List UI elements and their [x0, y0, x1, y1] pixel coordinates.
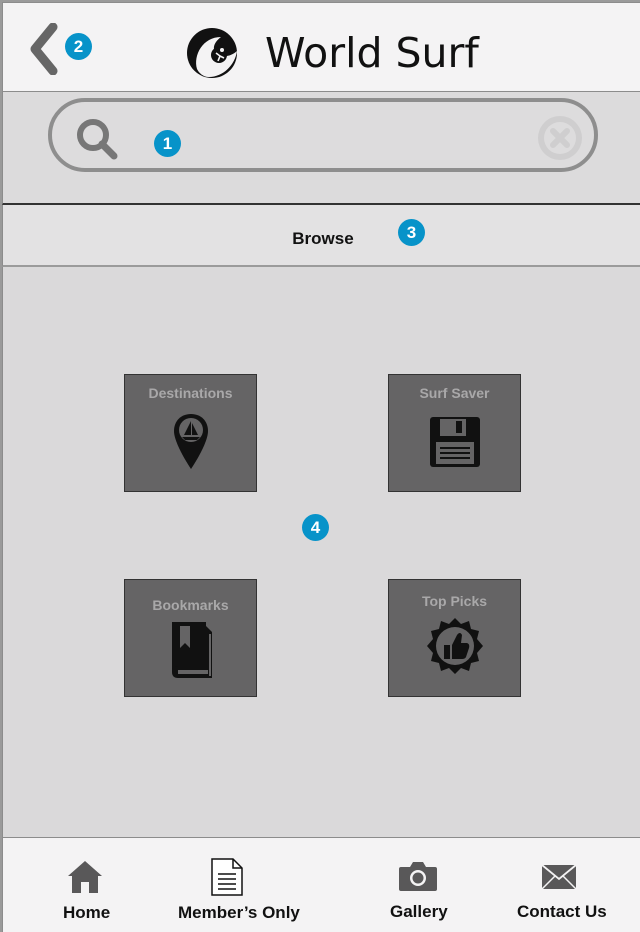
search-area: 1 — [2, 92, 640, 205]
chevron-left-icon — [30, 22, 58, 76]
back-button[interactable] — [27, 22, 67, 76]
browse-grid: Destinations Surf Saver Bookmarks Top Pi… — [2, 267, 640, 837]
nav-home[interactable]: Home — [43, 838, 127, 932]
bookmark-book-icon — [172, 622, 212, 678]
tile-label: Bookmarks — [152, 597, 229, 613]
app-frame: 2 World Surf 1 Browse 3 Destinations Sur… — [0, 0, 640, 932]
annotation-marker-4: 4 — [302, 514, 329, 541]
nav-label: Gallery — [390, 902, 448, 921]
search-input[interactable] — [132, 114, 522, 158]
bottom-nav: Home Member’s Only Gallery Contact Us — [2, 837, 640, 932]
map-pin-sailboat-icon — [174, 414, 208, 469]
tile-label: Surf Saver — [419, 385, 490, 401]
annotation-marker-1: 1 — [154, 130, 181, 157]
tile-label: Destinations — [148, 385, 233, 401]
envelope-icon — [541, 864, 577, 890]
search-bar[interactable] — [48, 98, 598, 172]
browse-bar[interactable]: Browse 3 — [2, 205, 640, 267]
header: 2 World Surf — [2, 2, 640, 92]
annotation-marker-2: 2 — [65, 33, 92, 60]
tile-label: Top Picks — [421, 593, 488, 609]
nav-gallery[interactable]: Gallery — [383, 838, 453, 932]
document-icon — [211, 858, 243, 896]
annotation-marker-3: 3 — [398, 219, 425, 246]
tile-bookmarks[interactable]: Bookmarks — [124, 579, 257, 697]
browse-label: Browse — [292, 229, 354, 248]
tile-surf-saver[interactable]: Surf Saver — [388, 374, 521, 492]
search-icon — [77, 119, 118, 160]
nav-contact-us[interactable]: Contact Us — [513, 838, 609, 932]
nav-label: Contact Us — [517, 902, 607, 921]
clear-icon[interactable] — [536, 114, 584, 162]
nav-label: Member’s Only — [178, 903, 300, 922]
nav-members-only[interactable]: Member’s Only — [173, 838, 300, 932]
app-title: World Surf — [265, 29, 479, 77]
home-icon — [68, 861, 102, 893]
thumbs-up-badge-icon — [427, 618, 483, 674]
floppy-disk-icon — [430, 417, 480, 467]
camera-icon — [399, 862, 437, 891]
nav-label: Home — [63, 903, 111, 922]
tile-destinations[interactable]: Destinations — [124, 374, 257, 492]
surfer-wave-logo — [187, 28, 237, 78]
tile-top-picks[interactable]: Top Picks — [388, 579, 521, 697]
